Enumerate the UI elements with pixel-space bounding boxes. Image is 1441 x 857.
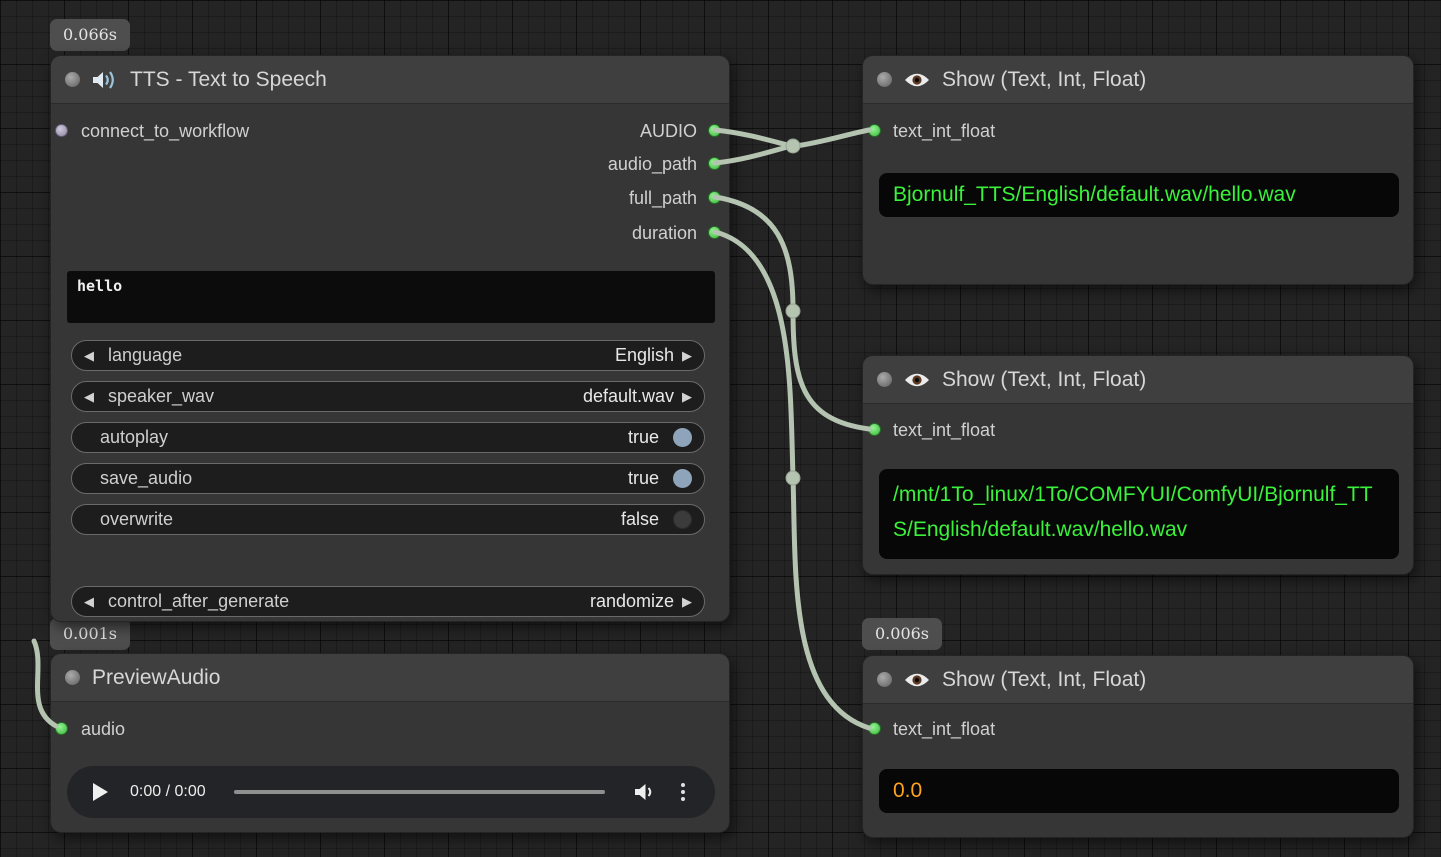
node-header[interactable]: Show (Text, Int, Float) bbox=[863, 56, 1413, 104]
node-header[interactable]: Show (Text, Int, Float) bbox=[863, 356, 1413, 404]
output-slot-row: audio_path bbox=[51, 151, 731, 177]
wire-duration-to-show3 bbox=[715, 232, 869, 728]
output-slot-row: full_path bbox=[51, 185, 731, 211]
input-port-text-int-float[interactable] bbox=[868, 124, 881, 137]
node-header[interactable]: Show (Text, Int, Float) bbox=[863, 656, 1413, 704]
input-slot-row: audio bbox=[51, 716, 351, 742]
right-arrow-icon[interactable]: ▶ bbox=[682, 595, 692, 608]
audio-time: 0:00 / 0:00 bbox=[130, 783, 206, 801]
widget-label: autoplay bbox=[100, 427, 620, 448]
widget-save-audio[interactable]: save_audio true bbox=[71, 463, 705, 494]
input-port-audio[interactable] bbox=[55, 722, 68, 735]
reroute-dot[interactable] bbox=[786, 139, 800, 153]
node-title: Show (Text, Int, Float) bbox=[942, 368, 1146, 392]
node-title: PreviewAudio bbox=[92, 666, 220, 690]
node-show-1[interactable]: Show (Text, Int, Float) text_int_float B… bbox=[862, 55, 1414, 285]
input-label: text_int_float bbox=[863, 118, 995, 144]
toggle-knob[interactable] bbox=[673, 510, 692, 529]
node-show-2[interactable]: Show (Text, Int, Float) text_int_float /… bbox=[862, 355, 1414, 575]
widget-value: default.wav bbox=[583, 386, 674, 407]
widget-value: randomize bbox=[590, 591, 674, 612]
left-arrow-icon[interactable]: ◀ bbox=[84, 595, 94, 608]
timing-badge-tts: 0.066s bbox=[50, 19, 130, 51]
widget-autoplay[interactable]: autoplay true bbox=[71, 422, 705, 453]
kebab-menu-icon[interactable] bbox=[677, 783, 689, 801]
node-header[interactable]: PreviewAudio bbox=[51, 654, 729, 702]
volume-icon[interactable] bbox=[633, 782, 655, 802]
audio-player[interactable]: 0:00 / 0:00 bbox=[67, 766, 715, 818]
widget-overwrite[interactable]: overwrite false bbox=[71, 504, 705, 535]
output-port-audio[interactable] bbox=[708, 124, 721, 137]
seek-slider[interactable] bbox=[234, 790, 605, 794]
reroute-dot[interactable] bbox=[786, 471, 800, 485]
widget-label: control_after_generate bbox=[108, 591, 582, 612]
output-slot-row: AUDIO bbox=[51, 118, 731, 144]
output-slot-row: duration bbox=[51, 220, 731, 246]
output-port-duration[interactable] bbox=[708, 226, 721, 239]
input-label: text_int_float bbox=[863, 716, 995, 742]
output-port-audio-path[interactable] bbox=[708, 157, 721, 170]
node-title: Show (Text, Int, Float) bbox=[942, 68, 1146, 92]
reroute-dot[interactable] bbox=[786, 304, 800, 318]
left-arrow-icon[interactable]: ◀ bbox=[84, 390, 94, 403]
collapse-dot[interactable] bbox=[65, 670, 80, 685]
collapse-dot[interactable] bbox=[877, 72, 892, 87]
widget-label: save_audio bbox=[100, 468, 620, 489]
input-slot-row: text_int_float bbox=[863, 118, 1163, 144]
node-graph-canvas[interactable]: 0.066s 0.001s 0.006s TTS - Text to Speec… bbox=[0, 0, 1441, 857]
show-value-display: 0.0 bbox=[879, 769, 1399, 813]
input-label: text_int_float bbox=[863, 417, 995, 443]
wire-to-show1 bbox=[795, 130, 869, 146]
node-header[interactable]: TTS - Text to Speech bbox=[51, 56, 729, 104]
widget-label: speaker_wav bbox=[108, 386, 575, 407]
play-icon[interactable] bbox=[93, 783, 108, 801]
output-port-full-path[interactable] bbox=[708, 191, 721, 204]
show-value-display: /mnt/1To_linux/1To/COMFYUI/ComfyUI/Bjorn… bbox=[879, 469, 1399, 559]
right-arrow-icon[interactable]: ▶ bbox=[682, 349, 692, 362]
widget-label: language bbox=[108, 345, 607, 366]
input-slot-row: text_int_float bbox=[863, 417, 1163, 443]
node-title: Show (Text, Int, Float) bbox=[942, 668, 1146, 692]
toggle-knob[interactable] bbox=[673, 428, 692, 447]
speaker-waves-icon bbox=[92, 69, 118, 91]
node-show-3[interactable]: Show (Text, Int, Float) text_int_float 0… bbox=[862, 655, 1414, 838]
collapse-dot[interactable] bbox=[877, 672, 892, 687]
widget-value: English bbox=[615, 345, 674, 366]
widget-label: overwrite bbox=[100, 509, 613, 530]
widget-value: false bbox=[621, 509, 659, 530]
show-value-display: Bjornulf_TTS/English/default.wav/hello.w… bbox=[879, 173, 1399, 217]
output-label-duration: duration bbox=[632, 220, 697, 246]
widget-value: true bbox=[628, 468, 659, 489]
widget-language[interactable]: ◀ language English ▶ bbox=[71, 340, 705, 371]
eye-icon bbox=[904, 671, 930, 689]
widget-speaker-wav[interactable]: ◀ speaker_wav default.wav ▶ bbox=[71, 381, 705, 412]
timing-badge-preview-audio: 0.001s bbox=[50, 618, 130, 650]
output-label-full-path: full_path bbox=[629, 185, 697, 211]
right-arrow-icon[interactable]: ▶ bbox=[682, 390, 692, 403]
input-port-text-int-float[interactable] bbox=[868, 423, 881, 436]
eye-icon bbox=[904, 371, 930, 389]
widget-control-after-generate[interactable]: ◀ control_after_generate randomize ▶ bbox=[71, 586, 705, 617]
input-port-text-int-float[interactable] bbox=[868, 722, 881, 735]
timing-badge-show3: 0.006s bbox=[862, 618, 942, 650]
eye-icon bbox=[904, 71, 930, 89]
collapse-dot[interactable] bbox=[65, 72, 80, 87]
widget-value: true bbox=[628, 427, 659, 448]
text-input[interactable]: hello bbox=[67, 271, 715, 323]
output-label-audio: AUDIO bbox=[640, 118, 697, 144]
collapse-dot[interactable] bbox=[877, 372, 892, 387]
toggle-knob[interactable] bbox=[673, 469, 692, 488]
node-tts-text-to-speech[interactable]: TTS - Text to Speech connect_to_workflow… bbox=[50, 55, 730, 622]
left-arrow-icon[interactable]: ◀ bbox=[84, 349, 94, 362]
node-title: TTS - Text to Speech bbox=[130, 68, 327, 92]
output-label-audio-path: audio_path bbox=[608, 151, 697, 177]
input-slot-row: text_int_float bbox=[863, 716, 1163, 742]
wire-full-path-to-show2 bbox=[715, 197, 869, 429]
node-preview-audio[interactable]: PreviewAudio audio 0:00 / 0:00 bbox=[50, 653, 730, 833]
